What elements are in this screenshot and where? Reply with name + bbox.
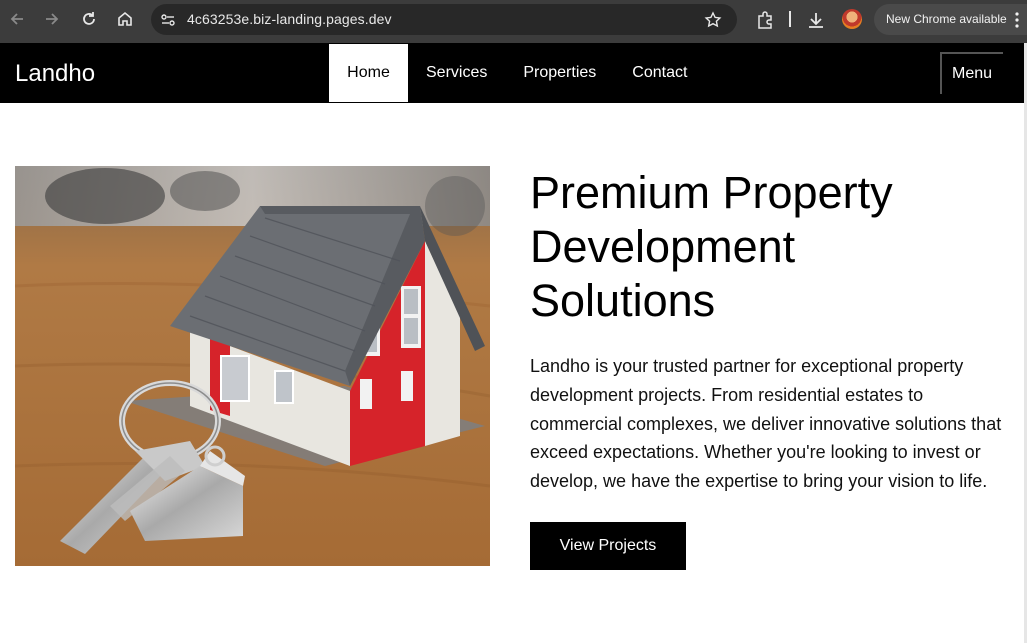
back-icon[interactable]	[8, 10, 26, 28]
menu-button[interactable]: Menu	[940, 52, 1003, 94]
address-bar[interactable]: 4c63253e.biz-landing.pages.dev	[151, 4, 737, 35]
nav-properties[interactable]: Properties	[505, 44, 614, 102]
download-icon[interactable]	[806, 10, 826, 30]
nav-home[interactable]: Home	[329, 44, 408, 102]
home-icon[interactable]	[116, 10, 134, 28]
toolbar-divider	[789, 11, 791, 27]
url-text[interactable]: 4c63253e.biz-landing.pages.dev	[187, 11, 392, 27]
more-vert-icon[interactable]	[1014, 11, 1020, 29]
hero-title: Premium Property Development Solutions	[530, 166, 1010, 328]
view-projects-button[interactable]: View Projects	[530, 522, 686, 570]
update-chrome-button[interactable]: New Chrome available	[874, 4, 1027, 35]
hero-title-line: Solutions	[530, 275, 716, 326]
hero-description: Landho is your trusted partner for excep…	[530, 356, 1002, 492]
nav-contact[interactable]: Contact	[614, 44, 705, 102]
brand-logo[interactable]: Landho	[15, 60, 95, 88]
hero-title-line: Development	[530, 221, 796, 272]
hero-text: Premium Property Development Solutions L…	[530, 166, 1010, 496]
bookmark-star-icon[interactable]	[704, 11, 722, 29]
extensions-icon[interactable]	[755, 10, 775, 30]
profile-avatar[interactable]	[842, 9, 862, 29]
nav-services[interactable]: Services	[408, 44, 505, 102]
hero-image	[15, 166, 490, 566]
browser-toolbar: 4c63253e.biz-landing.pages.dev New Chrom…	[0, 0, 1027, 43]
hero-title-line: Premium Property	[530, 167, 893, 218]
forward-icon[interactable]	[43, 10, 61, 28]
house-with-keys-illustration	[15, 166, 490, 566]
main-nav: Home Services Properties Contact	[329, 44, 705, 102]
site-header: Landho Home Services Properties Contact …	[0, 43, 1024, 103]
update-label: New Chrome available	[886, 12, 1007, 26]
reload-icon[interactable]	[80, 10, 98, 28]
site-info-icon[interactable]	[160, 12, 176, 28]
